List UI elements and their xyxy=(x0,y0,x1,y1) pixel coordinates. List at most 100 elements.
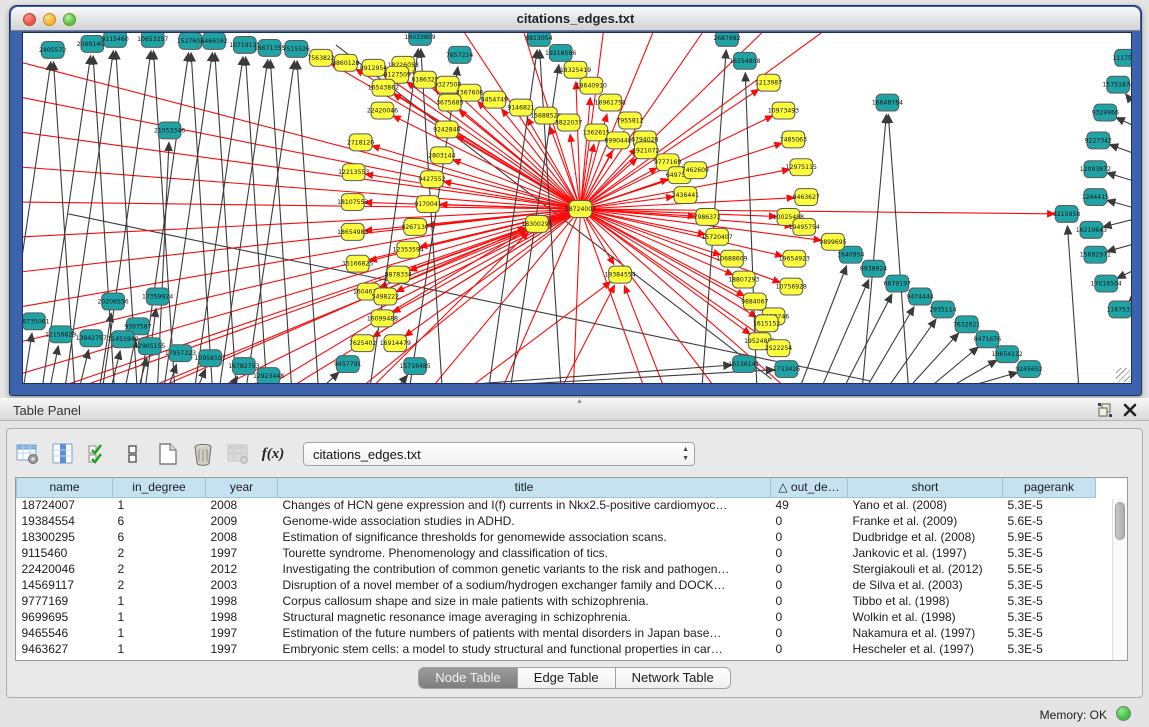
graph-node[interactable]: 9463627 xyxy=(793,189,820,206)
graph-node[interactable]: 16543862 xyxy=(368,79,399,96)
graph-node[interactable]: 16782753 xyxy=(228,358,259,375)
table-row[interactable]: 946554611997Estimation of the future num… xyxy=(17,625,1096,641)
table-selector-dropdown[interactable]: citations_edges.txt ▲▼ xyxy=(303,442,695,466)
graph-node[interactable]: 1213987 xyxy=(755,74,782,91)
graph-node[interactable]: 19384554 xyxy=(604,266,635,283)
graph-node[interactable]: 8215958 xyxy=(1053,206,1080,223)
graph-node[interactable]: 17957223 xyxy=(165,345,196,362)
graph-node[interactable]: 2687682 xyxy=(713,33,740,46)
graph-node[interactable]: 16961758 xyxy=(595,94,626,111)
scrollbar-thumb[interactable] xyxy=(1115,502,1125,540)
graph-node[interactable]: 22420046 xyxy=(367,102,398,119)
column-header-year[interactable]: year xyxy=(206,478,278,497)
graph-node[interactable]: 12156829 xyxy=(45,326,76,343)
graph-node[interactable]: 10958107 xyxy=(195,350,226,367)
table-row[interactable]: 1938455462009Genome-wide association stu… xyxy=(17,513,1096,529)
graph-node[interactable]: 16648784 xyxy=(872,94,903,111)
graph-node[interactable]: 18724007 xyxy=(565,201,596,218)
memory-ok-indicator[interactable] xyxy=(1116,706,1131,721)
graph-node[interactable]: 17359924 xyxy=(142,288,173,305)
graph-node[interactable]: 9170041 xyxy=(414,196,441,213)
graph-node[interactable]: 7462609 xyxy=(682,162,709,179)
graph-node[interactable]: 1615152 xyxy=(753,315,780,332)
graph-node[interactable]: 7955812 xyxy=(616,112,643,129)
network-window-titlebar[interactable]: citations_edges.txt xyxy=(11,7,1140,31)
graph-node[interactable]: 7625402 xyxy=(349,335,376,352)
graph-node[interactable]: 2436441 xyxy=(672,187,699,204)
graph-node[interactable]: 1117599 xyxy=(1112,49,1131,66)
graph-node[interactable]: 7986372 xyxy=(694,208,721,225)
select-column-icon[interactable] xyxy=(50,441,76,467)
graph-node[interactable]: 8267130 xyxy=(401,218,428,235)
graph-node[interactable]: 12213553 xyxy=(338,164,369,181)
graph-node[interactable]: 9227342 xyxy=(1085,132,1112,149)
graph-node[interactable]: 2935114 xyxy=(929,301,956,318)
network-canvas[interactable]: 1872400724055722069140691154601065325715… xyxy=(22,32,1132,384)
graph-node[interactable]: 18325419 xyxy=(560,61,591,78)
graph-node[interactable]: 9427552 xyxy=(418,171,445,188)
splitter-handle[interactable]: ▴ xyxy=(575,398,585,403)
delete-rows-icon[interactable] xyxy=(190,441,216,467)
graph-node[interactable]: 18654983 xyxy=(337,223,368,240)
graph-node[interactable]: 2522254 xyxy=(765,340,792,357)
column-header-title[interactable]: title xyxy=(278,478,771,497)
graph-node[interactable]: 8878334 xyxy=(385,266,412,283)
table-row[interactable]: 1872400712008Changes of HCN gene express… xyxy=(17,497,1096,513)
table-row[interactable]: 911546021997Tourette syndrome. Phenomeno… xyxy=(17,545,1096,561)
graph-node[interactable]: 9115460 xyxy=(101,33,128,47)
graph-node[interactable]: 7857224 xyxy=(446,46,473,63)
citation-network-graph[interactable]: 1872400724055722069140691154601065325715… xyxy=(23,33,1131,383)
graph-node[interactable]: 19654923 xyxy=(779,250,810,267)
graph-node[interactable]: 7515526 xyxy=(283,40,310,57)
graph-node[interactable]: 19218586 xyxy=(545,44,576,61)
graph-node[interactable]: 2405572 xyxy=(39,41,66,58)
graph-node[interactable]: 16210643 xyxy=(1076,221,1107,238)
network-window[interactable]: citations_edges.txt 18724007240557220691… xyxy=(9,5,1142,396)
select-all-checklist-icon[interactable] xyxy=(85,441,111,467)
graph-node[interactable]: 16099488 xyxy=(367,310,398,327)
graph-node[interactable]: 3822037 xyxy=(555,114,582,131)
graph-node[interactable]: 13942757 xyxy=(76,330,107,347)
graph-node[interactable]: 10973493 xyxy=(768,102,799,119)
graph-node[interactable]: 7632621 xyxy=(953,316,980,333)
tab-node-table[interactable]: Node Table xyxy=(418,667,518,689)
graph-node[interactable]: 10654112 xyxy=(992,346,1023,363)
column-header-pagerank[interactable]: pagerank xyxy=(1003,478,1096,497)
graph-node[interactable]: 7485063 xyxy=(780,131,807,148)
table-row[interactable]: 1830029562008Estimation of significance … xyxy=(17,529,1096,545)
graph-node[interactable]: 10688609 xyxy=(716,250,747,267)
close-panel-icon[interactable] xyxy=(1123,403,1137,417)
graph-node[interactable]: 18640910 xyxy=(576,77,607,94)
graph-node[interactable]: 10756928 xyxy=(776,278,807,295)
graph-node[interactable]: 1244415 xyxy=(1082,189,1109,206)
graph-node[interactable]: 12093872 xyxy=(1080,161,1111,178)
graph-node[interactable]: 21053346 xyxy=(154,122,185,139)
graph-node[interactable]: 15692971 xyxy=(1080,246,1111,263)
table-vertical-scrollbar[interactable] xyxy=(1112,499,1127,660)
graph-node[interactable]: 16136141 xyxy=(728,356,759,373)
graph-node[interactable]: 18300295 xyxy=(521,215,552,232)
graph-node[interactable]: 2718120 xyxy=(347,134,374,151)
tab-edge-table[interactable]: Edge Table xyxy=(518,667,616,689)
column-header-name[interactable]: name xyxy=(17,478,113,497)
graph-node[interactable]: 2803144 xyxy=(428,147,455,164)
column-header-out_de[interactable]: △ out_de… xyxy=(771,478,848,497)
column-header-short[interactable]: short xyxy=(848,478,1003,497)
table-row[interactable]: 946362711997Embryonic stem cells: a mode… xyxy=(17,641,1096,657)
new-table-icon[interactable] xyxy=(155,441,181,467)
table-row[interactable]: 969969511998Structural magnetic resonanc… xyxy=(17,609,1096,625)
graph-node[interactable]: 20206556 xyxy=(98,293,129,310)
table-row[interactable]: 2242004622012Investigating the contribut… xyxy=(17,561,1096,577)
graph-node[interactable]: 12975115 xyxy=(786,159,817,176)
graph-node[interactable]: 16671355 xyxy=(254,39,285,56)
float-panel-icon[interactable] xyxy=(1097,402,1113,418)
graph-node[interactable]: 18735061 xyxy=(23,313,50,330)
graph-node[interactable]: 9457791 xyxy=(334,356,361,373)
graph-node[interactable]: 15751874 xyxy=(1103,76,1131,93)
graph-node[interactable]: 18107553 xyxy=(337,194,368,211)
graph-node[interactable]: 17016504 xyxy=(1091,275,1122,292)
graph-node[interactable]: 15166825 xyxy=(342,255,373,272)
graph-node[interactable]: 6466162 xyxy=(200,33,227,49)
graph-node[interactable]: 9242848 xyxy=(433,121,460,138)
table-settings-icon[interactable] xyxy=(15,441,41,467)
